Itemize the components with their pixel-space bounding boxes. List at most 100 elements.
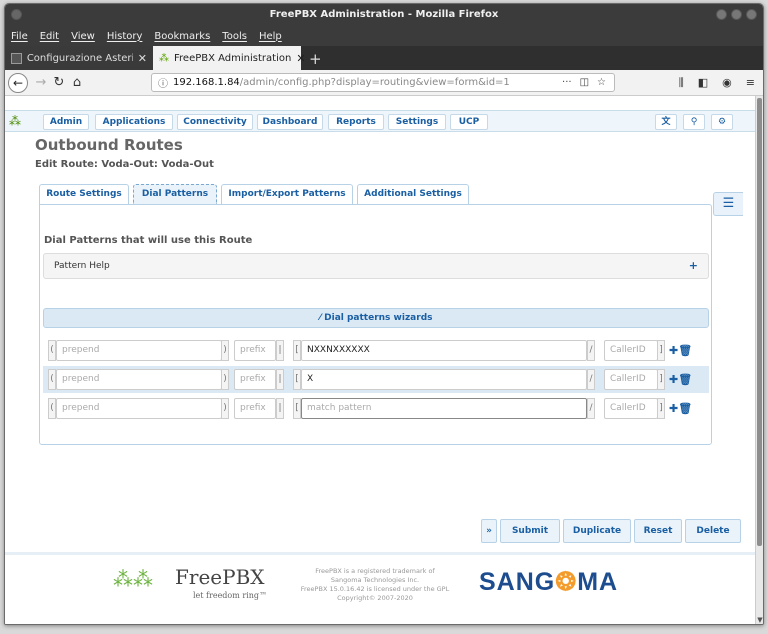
scrollbar-thumb[interactable] bbox=[757, 98, 762, 546]
extension-icon[interactable]: ◉ bbox=[722, 76, 732, 90]
navigation-bar: ← → ↻ ⌂ ⓘ 192.168.1.84 /admin/config.php… bbox=[5, 70, 763, 96]
add-delete-pattern-icon[interactable]: ✚🗑 bbox=[669, 344, 692, 357]
prepend-input[interactable]: prepend bbox=[56, 369, 222, 390]
tab-route-settings[interactable]: Route Settings bbox=[39, 184, 129, 204]
brand-name: FreePBX bbox=[175, 565, 265, 589]
bracket-open: [ bbox=[293, 369, 301, 390]
close-icon[interactable] bbox=[746, 9, 757, 20]
nav-connectivity[interactable]: Connectivity bbox=[177, 114, 253, 130]
pipe-separator: | bbox=[276, 340, 284, 361]
legal-line: Sangoma Technologies Inc. bbox=[330, 576, 420, 584]
brand-slogan: let freedom ring™ bbox=[193, 591, 268, 600]
tab-asterisk-config[interactable]: Configurazione Asterisk ✕ bbox=[5, 46, 153, 70]
minimize-icon[interactable] bbox=[716, 9, 727, 20]
dial-patterns-panel: Dial Patterns that will use this Route P… bbox=[39, 204, 712, 445]
window-menu-icon[interactable] bbox=[11, 9, 22, 20]
collapse-actions-icon[interactable]: » bbox=[481, 519, 497, 543]
callerid-input[interactable]: CallerID bbox=[604, 398, 658, 419]
tab-dial-patterns[interactable]: Dial Patterns bbox=[133, 184, 217, 204]
prepend-input[interactable]: prepend bbox=[56, 340, 222, 361]
freepbx-logo-icon[interactable]: ⁂ bbox=[9, 114, 21, 128]
nav-ucp[interactable]: UCP bbox=[450, 114, 488, 130]
bracket-close: ] bbox=[657, 340, 665, 361]
pattern-row: ( prepend ) prefix | [ match pattern / C… bbox=[43, 395, 709, 422]
pattern-row: ( prepend ) prefix | [ NXXNXXXXXX / Call… bbox=[43, 337, 709, 364]
callerid-input[interactable]: CallerID bbox=[604, 369, 658, 390]
submit-button[interactable]: Submit bbox=[500, 519, 560, 543]
pocket-icon[interactable]: ◫ bbox=[580, 77, 589, 88]
freepbx-favicon-icon: ⁂ bbox=[159, 52, 169, 64]
sangoma-left: SANG bbox=[479, 568, 556, 596]
title-bar: FreePBX Administration - Mozilla Firefox bbox=[5, 4, 763, 26]
reload-icon[interactable]: ↻ bbox=[50, 75, 68, 90]
new-tab-icon[interactable]: + bbox=[301, 48, 322, 70]
list-toggle-icon[interactable]: ☰ bbox=[713, 192, 743, 216]
nav-dashboard[interactable]: Dashboard bbox=[257, 114, 323, 130]
language-icon[interactable]: 文 bbox=[655, 114, 677, 130]
bracket-open: [ bbox=[293, 340, 301, 361]
tab-freepbx[interactable]: ⁂ FreePBX Administration ✕ bbox=[153, 46, 306, 70]
menu-view[interactable]: View bbox=[71, 31, 95, 42]
scroll-down-icon[interactable]: ▼ bbox=[756, 616, 763, 624]
nav-reports[interactable]: Reports bbox=[328, 114, 384, 130]
browser-window: FreePBX Administration - Mozilla Firefox… bbox=[4, 3, 764, 625]
sangoma-logo[interactable]: SANG❂MA bbox=[479, 567, 618, 597]
prefix-input[interactable]: prefix bbox=[234, 398, 276, 419]
menu-history[interactable]: History bbox=[107, 31, 143, 42]
slash-separator: / bbox=[587, 398, 595, 419]
forward-icon[interactable]: → bbox=[32, 75, 50, 90]
menu-tools[interactable]: Tools bbox=[222, 31, 247, 42]
menu-file[interactable]: File bbox=[11, 31, 28, 42]
menu-edit[interactable]: Edit bbox=[40, 31, 59, 42]
duplicate-button[interactable]: Duplicate bbox=[563, 519, 631, 543]
hamburger-menu-icon[interactable]: ≡ bbox=[746, 76, 755, 90]
callerid-input[interactable]: CallerID bbox=[604, 340, 658, 361]
menu-help[interactable]: Help bbox=[259, 31, 282, 42]
reset-button[interactable]: Reset bbox=[634, 519, 682, 543]
dial-pattern-wizard-button[interactable]: ⁄ Dial patterns wizards bbox=[43, 308, 709, 328]
bracket-close: ] bbox=[657, 369, 665, 390]
close-tab-icon[interactable]: ✕ bbox=[138, 52, 147, 65]
nav-admin[interactable]: Admin bbox=[43, 114, 89, 130]
match-pattern-input[interactable]: NXXNXXXXXX bbox=[301, 340, 587, 361]
window-title: FreePBX Administration - Mozilla Firefox bbox=[269, 9, 499, 20]
delete-button[interactable]: Delete bbox=[685, 519, 741, 543]
tab-additional-settings[interactable]: Additional Settings bbox=[357, 184, 469, 204]
bookmark-star-icon[interactable]: ☆ bbox=[597, 77, 606, 88]
add-delete-pattern-icon[interactable]: ✚🗑 bbox=[669, 373, 692, 386]
library-icon[interactable]: ⫼ bbox=[679, 76, 684, 90]
gear-icon[interactable]: ⚙ bbox=[711, 114, 733, 130]
sidebar-icon[interactable]: ◧ bbox=[698, 76, 708, 90]
legal-line: Copyright© 2007-2020 bbox=[337, 594, 413, 602]
legal-line: FreePBX 15.0.16.42 is licensed under the… bbox=[300, 585, 450, 593]
page-actions-icon[interactable]: ··· bbox=[562, 77, 572, 88]
info-icon[interactable]: ⓘ bbox=[158, 75, 168, 90]
pattern-help-toggle[interactable]: Pattern Help + bbox=[43, 253, 709, 279]
wizard-label: Dial patterns wizards bbox=[324, 313, 433, 323]
action-bar: » Submit Duplicate Reset Delete bbox=[481, 519, 741, 545]
legal-line: FreePBX is a registered trademark of bbox=[315, 567, 435, 575]
nav-settings[interactable]: Settings bbox=[388, 114, 446, 130]
page-footer: ⁂⁂ FreePBX let freedom ring™ FreePBX is … bbox=[5, 552, 757, 624]
tab-import-export[interactable]: Import/Export Patterns bbox=[221, 184, 353, 204]
add-delete-pattern-icon[interactable]: ✚🗑 bbox=[669, 402, 692, 415]
pipe-separator: | bbox=[276, 369, 284, 390]
url-bar[interactable]: ⓘ 192.168.1.84 /admin/config.php?display… bbox=[151, 73, 615, 92]
menu-bookmarks[interactable]: Bookmarks bbox=[154, 31, 210, 42]
frog-logo-icon: ⁂⁂ bbox=[113, 567, 153, 591]
prepend-input[interactable]: prepend bbox=[56, 398, 222, 419]
nav-applications[interactable]: Applications bbox=[95, 114, 173, 130]
back-icon[interactable]: ← bbox=[8, 72, 28, 93]
match-pattern-input[interactable]: match pattern bbox=[301, 398, 587, 419]
search-icon[interactable]: ⚲ bbox=[683, 114, 705, 130]
match-pattern-input[interactable]: X bbox=[301, 369, 587, 390]
home-icon[interactable]: ⌂ bbox=[68, 75, 86, 90]
prefix-input[interactable]: prefix bbox=[234, 369, 276, 390]
maximize-icon[interactable] bbox=[731, 9, 742, 20]
page-scrollbar[interactable]: ▼ bbox=[755, 96, 763, 624]
pattern-row: ( prepend ) prefix | [ X / CallerID ] ✚🗑 bbox=[43, 366, 709, 393]
page-title: Outbound Routes bbox=[35, 136, 183, 154]
freepbx-top-nav: ⁂ Admin Applications Connectivity Dashbo… bbox=[5, 110, 757, 132]
expand-icon[interactable]: + bbox=[689, 254, 698, 278]
prefix-input[interactable]: prefix bbox=[234, 340, 276, 361]
